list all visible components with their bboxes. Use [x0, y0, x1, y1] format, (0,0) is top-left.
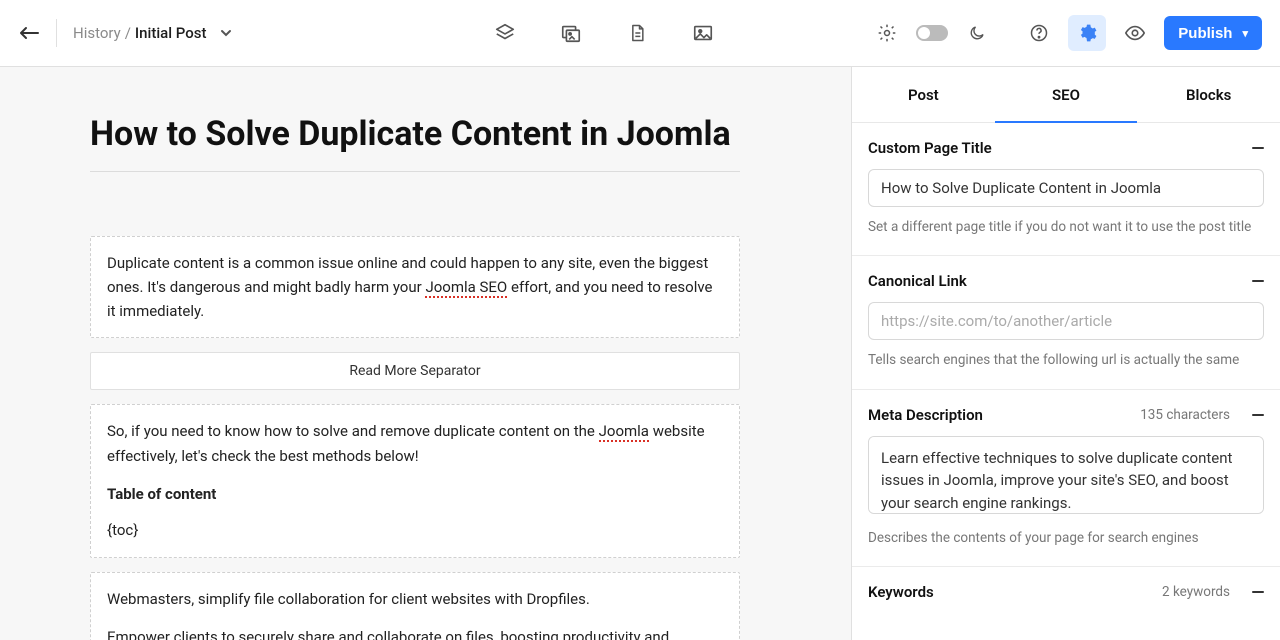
section-hint: Describes the contents of your page for …: [868, 528, 1264, 548]
tab-post[interactable]: Post: [852, 67, 995, 122]
breadcrumb-sep: /: [125, 24, 131, 42]
settings-active-icon[interactable]: [1068, 15, 1106, 51]
content-block[interactable]: Webmasters, simplify file collaboration …: [90, 572, 740, 640]
text: So, if you need to know how to solve and…: [107, 422, 599, 440]
section-meta-description: Meta Description 135 characters Describe…: [852, 390, 1280, 567]
section-custom-title: Custom Page Title Set a different page t…: [852, 123, 1280, 256]
image-icon[interactable]: [691, 21, 715, 45]
read-more-separator[interactable]: Read More Separator: [90, 352, 740, 390]
section-canonical: Canonical Link Tells search engines that…: [852, 256, 1280, 389]
sidebar-tabs: Post SEO Blocks: [852, 67, 1280, 123]
canonical-input[interactable]: [868, 302, 1264, 340]
dark-mode-toggle[interactable]: [916, 25, 948, 41]
collapse-icon[interactable]: [1252, 147, 1264, 149]
title-separator: [90, 171, 740, 172]
toolbar-center: [493, 21, 715, 45]
publish-button[interactable]: Publish ▾: [1164, 16, 1262, 50]
section-hint: Set a different page title if you do not…: [868, 217, 1264, 237]
collapse-icon[interactable]: [1252, 280, 1264, 282]
toolbar-right: Publish ▾: [876, 15, 1262, 51]
tab-seo[interactable]: SEO: [995, 67, 1138, 122]
section-title: Canonical Link: [868, 272, 967, 290]
collapse-icon[interactable]: [1252, 414, 1264, 416]
section-title: Keywords: [868, 583, 934, 601]
gear-outline-icon[interactable]: [876, 22, 898, 44]
document-icon[interactable]: [625, 21, 649, 45]
media-icon[interactable]: [559, 21, 583, 45]
spellcheck-text: Joomla SEO: [425, 278, 507, 298]
editor-area: How to Solve Duplicate Content in Joomla…: [0, 67, 851, 640]
divider: [56, 19, 57, 47]
breadcrumb-current: Initial Post: [135, 24, 207, 42]
section-title: Meta Description: [868, 406, 983, 424]
keyword-count: 2 keywords: [1162, 584, 1230, 600]
text: Webmasters, simplify file collaboration …: [107, 587, 723, 611]
text: Empower clients to securely share and co…: [107, 625, 723, 640]
sidebar: Post SEO Blocks Custom Page Title Set a …: [851, 67, 1280, 640]
publish-label: Publish: [1178, 25, 1232, 42]
toc-heading: Table of content: [107, 485, 216, 503]
section-keywords: Keywords 2 keywords: [852, 567, 1280, 619]
workspace: How to Solve Duplicate Content in Joomla…: [0, 67, 1280, 640]
layers-icon[interactable]: [493, 21, 517, 45]
topbar: History / Initial Post: [0, 0, 1280, 67]
separator-label: Read More Separator: [349, 363, 480, 379]
breadcrumb[interactable]: History / Initial Post: [73, 24, 233, 42]
collapse-icon[interactable]: [1252, 591, 1264, 593]
chevron-down-icon[interactable]: [219, 26, 233, 40]
preview-eye-icon[interactable]: [1124, 22, 1146, 44]
moon-icon[interactable]: [966, 22, 988, 44]
toc-token: {toc}: [107, 518, 723, 542]
back-arrow-icon[interactable]: [18, 22, 40, 44]
help-icon[interactable]: [1028, 22, 1050, 44]
character-count: 135 characters: [1140, 407, 1230, 423]
tab-blocks[interactable]: Blocks: [1137, 67, 1280, 122]
section-title: Custom Page Title: [868, 139, 992, 157]
spellcheck-text: Joomla: [599, 422, 649, 442]
custom-title-input[interactable]: [868, 169, 1264, 207]
meta-description-input[interactable]: [868, 436, 1264, 514]
section-hint: Tells search engines that the following …: [868, 350, 1264, 370]
chevron-down-icon: ▾: [1242, 27, 1248, 40]
breadcrumb-parent: History: [73, 24, 121, 42]
page-title[interactable]: How to Solve Duplicate Content in Joomla: [90, 113, 750, 157]
content-block[interactable]: So, if you need to know how to solve and…: [90, 404, 740, 557]
content-block[interactable]: Duplicate content is a common issue onli…: [90, 236, 740, 339]
